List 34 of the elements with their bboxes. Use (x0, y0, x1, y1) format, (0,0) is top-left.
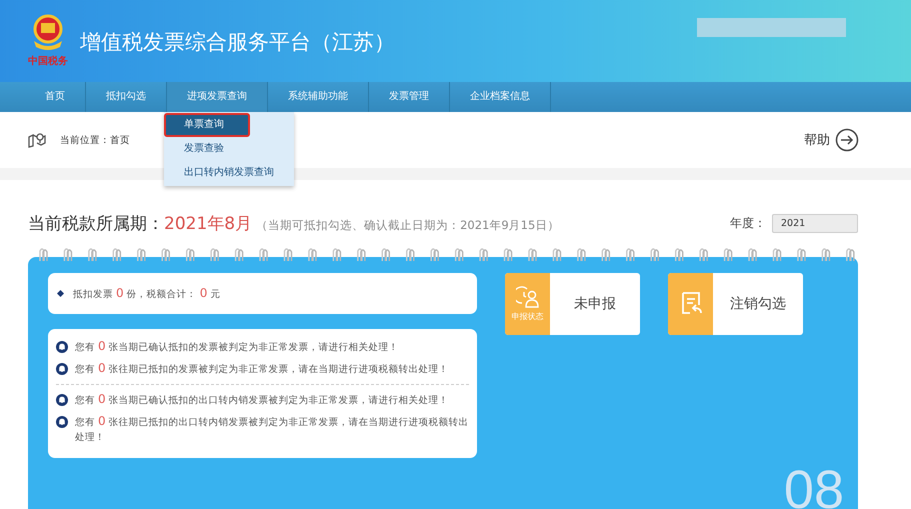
menu-item[interactable]: 单票查询 (164, 113, 250, 137)
menu-item[interactable]: 出口转内销发票查询 (164, 161, 294, 185)
summary-text: 抵扣发票 0 份，税额合计： 0 元 (73, 286, 220, 301)
user-clock-icon (516, 286, 540, 308)
notice-text: 您有 0 张往期已抵扣的出口转内销发票被判定为非正常发票，请在当期进行进项税额转出处理！ (75, 414, 469, 445)
nav-item[interactable]: 系统辅助功能 (268, 82, 369, 112)
bell-icon (56, 341, 68, 353)
nav-item[interactable]: 发票管理 (369, 82, 450, 112)
month-number: 08 (784, 459, 844, 509)
notice-text: 您有 0 张往期已抵扣的发票被判定为非正常发票，请在当期进行进项税额转出处理！ (75, 361, 449, 377)
map-pin-icon (28, 132, 46, 148)
arrow-circle-icon (835, 128, 859, 152)
period-label: 当前税款所属期： (28, 214, 164, 234)
help-link[interactable]: 帮助 (804, 128, 859, 152)
logo-text: 中国税务 (28, 54, 68, 68)
nav-item[interactable]: 首页 (18, 82, 86, 112)
breadcrumb: 当前位置：首页 (60, 134, 130, 146)
nav-item[interactable]: 进项发票查询 (167, 82, 268, 112)
status-tile[interactable]: 注销勾选 (668, 273, 803, 335)
status-tile[interactable]: 申报状态 未申报 (505, 273, 640, 335)
tile-caption: 申报状态 (512, 311, 544, 322)
bell-icon (56, 363, 68, 375)
period-note: （当期可抵扣勾选、确认截止日期为：2021年9月15日） (256, 218, 560, 232)
nav-item[interactable]: 企业档案信息 (450, 82, 551, 112)
notice-text: 您有 0 张当期已确认抵扣的发票被判定为非正常发票，请进行相关处理！ (75, 339, 399, 355)
period-value: 2021年8月 (164, 214, 252, 234)
diamond-icon (57, 290, 64, 297)
year-field[interactable]: 2021 (772, 214, 858, 233)
bell-icon (56, 394, 68, 406)
year-label: 年度： (730, 215, 766, 232)
menu-item[interactable]: 发票查验 (164, 137, 294, 161)
notice-text: 您有 0 张当期已确认抵扣的出口转内销发票被判定为非正常发票，请进行相关处理！ (75, 392, 449, 408)
bell-icon (56, 416, 68, 428)
site-title: 增值税发票综合服务平台（江苏） (80, 29, 395, 56)
